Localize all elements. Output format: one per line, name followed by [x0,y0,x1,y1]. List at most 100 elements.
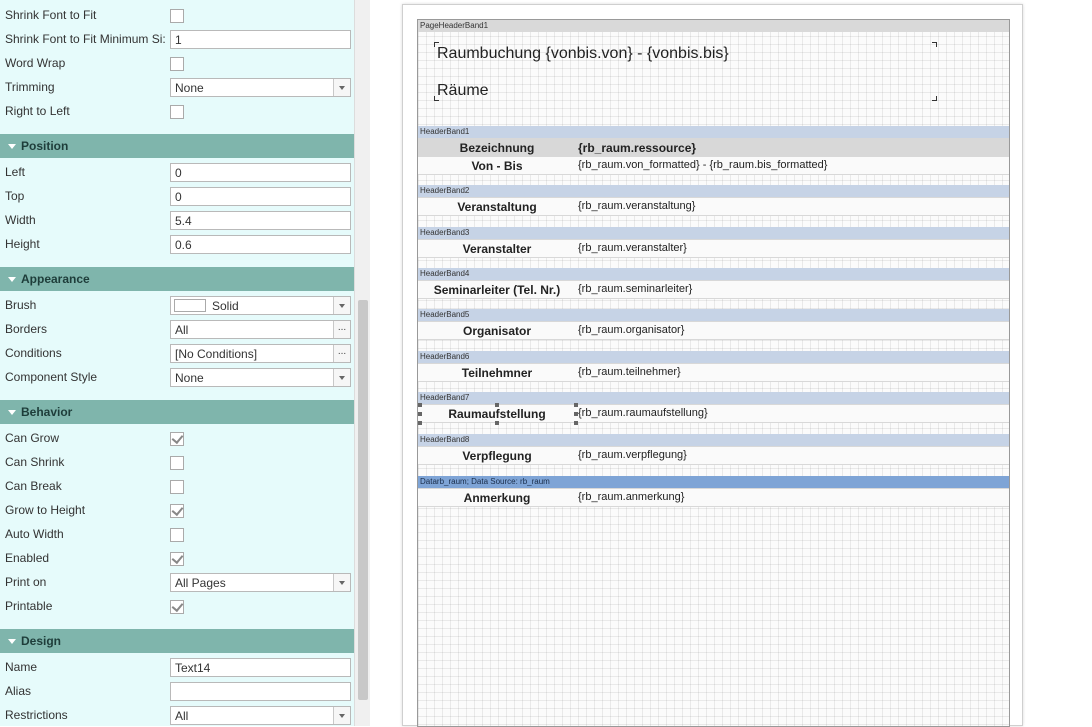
restrictions-select[interactable]: All [170,706,351,725]
category-design[interactable]: Design [0,629,354,653]
component-style-select[interactable]: None [170,368,351,387]
prop-row-width: Width 5.4 [0,209,354,233]
band-row-organisator[interactable]: Organisator {rb_raum.organisator} [418,321,1009,340]
row-field[interactable]: {rb_raum.raumaufstellung} [578,407,708,419]
resize-handle[interactable] [574,403,578,407]
collapse-triangle-icon[interactable] [8,144,16,149]
collapse-triangle-icon[interactable] [8,639,16,644]
printable-checkbox[interactable] [170,600,184,614]
row-field[interactable]: {rb_raum.anmerkung} [578,491,684,503]
row-label[interactable]: Anmerkung [418,491,576,505]
borders-input[interactable]: All... [170,320,351,339]
band-row-verpflegung[interactable]: Verpflegung {rb_raum.verpflegung} [418,446,1009,465]
conditions-input[interactable]: [No Conditions]... [170,344,351,363]
report-title-text[interactable]: Raumbuchung {vonbis.von} - {vonbis.bis} [437,45,729,63]
row-field[interactable]: {rb_raum.von_formatted} - {rb_raum.bis_f… [578,159,827,171]
ellipsis-button[interactable]: ... [333,345,350,362]
alias-input[interactable] [170,682,351,701]
page-header-band-body[interactable]: Raumbuchung {vonbis.von} - {vonbis.bis} … [418,32,1009,125]
resize-handle[interactable] [418,412,422,416]
category-appearance[interactable]: Appearance [0,267,354,291]
print-on-select[interactable]: All Pages [170,573,351,592]
trimming-select[interactable]: None [170,78,351,97]
row-label[interactable]: Von - Bis [418,159,576,173]
row-label[interactable]: Raumaufstellung [418,407,576,421]
height-input[interactable]: 0.6 [170,235,351,254]
band-row-von-bis[interactable]: Von - Bis {rb_raum.von_formatted} - {rb_… [418,156,1009,175]
category-behavior[interactable]: Behavior [0,400,354,424]
row-field[interactable]: {rb_raum.veranstaltung} [578,200,695,212]
chevron-down-icon[interactable] [333,79,350,96]
name-input[interactable]: Text14 [170,658,351,677]
report-subtitle-text[interactable]: Räume [437,82,489,100]
band-header-7[interactable]: HeaderBand7 [418,392,1009,404]
category-position[interactable]: Position [0,134,354,158]
band-row-bezeichnung[interactable]: Bezeichnung {rb_raum.ressource} [418,138,1009,157]
can-break-checkbox[interactable] [170,480,184,494]
can-shrink-checkbox[interactable] [170,456,184,470]
enabled-checkbox[interactable] [170,552,184,566]
chevron-down-icon[interactable] [333,574,350,591]
band-header-6[interactable]: HeaderBand6 [418,351,1009,363]
shrink-font-to-fit-checkbox[interactable] [170,9,184,23]
borders-value: All [175,323,189,337]
resize-handle[interactable] [495,421,499,425]
ellipsis-button[interactable]: ... [333,321,350,338]
band-header-2[interactable]: HeaderBand2 [418,185,1009,197]
band-row-veranstaltung[interactable]: Veranstaltung {rb_raum.veranstaltung} [418,197,1009,216]
resize-handle[interactable] [418,403,422,407]
chevron-down-icon[interactable] [333,297,350,314]
grow-to-height-checkbox[interactable] [170,504,184,518]
row-label[interactable]: Teilnehmner [418,366,576,380]
category-title: Position [21,139,69,153]
row-field[interactable]: {rb_raum.seminarleiter} [578,283,692,295]
prop-label: Shrink Font to Fit [5,8,97,22]
row-field[interactable]: {rb_raum.teilnehmer} [578,366,681,378]
top-input[interactable]: 0 [170,187,351,206]
brush-select[interactable]: Solid [170,296,351,315]
chevron-down-icon[interactable] [333,369,350,386]
band-row-veranstalter[interactable]: Veranstalter {rb_raum.veranstalter} [418,239,1009,258]
row-field[interactable]: {rb_raum.ressource} [578,141,696,155]
row-field[interactable]: {rb_raum.organisator} [578,324,684,336]
prop-label: Width [5,213,36,227]
left-input[interactable]: 0 [170,163,351,182]
scrollbar-thumb[interactable] [358,300,368,700]
band-header-8[interactable]: HeaderBand8 [418,434,1009,446]
right-to-left-checkbox[interactable] [170,105,184,119]
band-row-seminarleiter[interactable]: Seminarleiter (Tel. Nr.) {rb_raum.semina… [418,280,1009,299]
shrink-font-min-input[interactable]: 1 [170,30,351,49]
band-header-5[interactable]: HeaderBand5 [418,309,1009,321]
width-input[interactable]: 5.4 [170,211,351,230]
prop-row-conditions: Conditions [No Conditions]... [0,342,354,366]
word-wrap-checkbox[interactable] [170,57,184,71]
band-row-anmerkung[interactable]: Anmerkung {rb_raum.anmerkung} [418,488,1009,507]
row-label[interactable]: Seminarleiter (Tel. Nr.) [418,283,576,297]
resize-handle[interactable] [574,421,578,425]
band-header-3[interactable]: HeaderBand3 [418,227,1009,239]
row-label[interactable]: Veranstalter [418,242,576,256]
auto-width-checkbox[interactable] [170,528,184,542]
band-header-page[interactable]: PageHeaderBand1 [418,20,1009,32]
collapse-triangle-icon[interactable] [8,410,16,415]
chevron-down-icon[interactable] [333,707,350,724]
collapse-triangle-icon[interactable] [8,277,16,282]
row-label[interactable]: Bezeichnung [418,141,576,155]
band-header-4[interactable]: HeaderBand4 [418,268,1009,280]
resize-handle[interactable] [574,412,578,416]
row-label[interactable]: Veranstaltung [418,200,576,214]
can-grow-checkbox[interactable] [170,432,184,446]
resize-handle[interactable] [495,403,499,407]
band-header-1[interactable]: HeaderBand1 [418,126,1009,138]
row-field[interactable]: {rb_raum.verpflegung} [578,449,687,461]
page-canvas[interactable]: PageHeaderBand1 Raumbuchung {vonbis.von}… [417,19,1010,727]
prop-row-alias: Alias [0,680,354,704]
row-field[interactable]: {rb_raum.veranstalter} [578,242,687,254]
row-label[interactable]: Verpflegung [418,449,576,463]
property-grid-scrollbar[interactable] [354,0,370,726]
resize-handle[interactable] [418,421,422,425]
band-row-teilnehmer[interactable]: Teilnehmner {rb_raum.teilnehmer} [418,363,1009,382]
band-row-raumaufstellung[interactable]: Raumaufstellung {rb_raum.raumaufstellung… [418,403,1009,425]
row-label[interactable]: Organisator [418,324,576,338]
band-header-data[interactable]: Datarb_raum; Data Source: rb_raum [418,476,1009,488]
